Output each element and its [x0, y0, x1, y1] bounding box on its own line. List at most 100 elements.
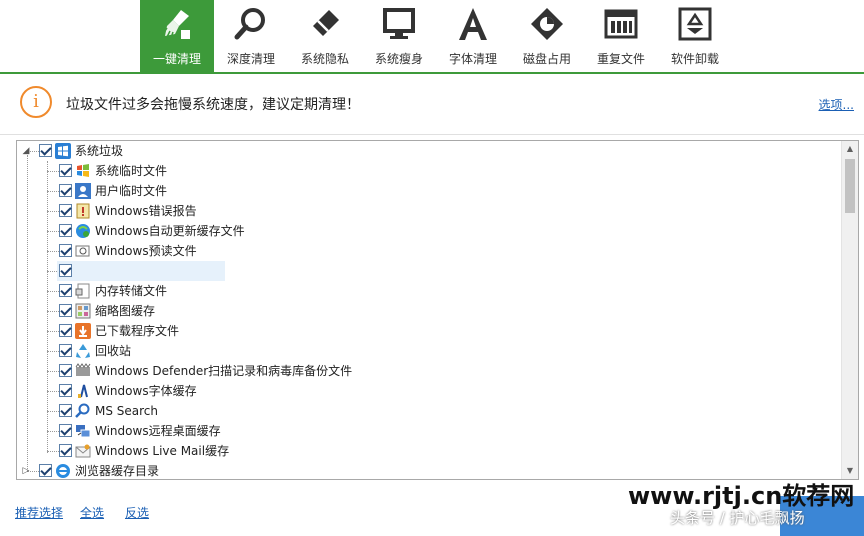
- select-all-link[interactable]: 全选: [80, 504, 104, 521]
- info-warning-icon: i: [20, 86, 52, 118]
- checkbox-browser-cache[interactable]: [39, 464, 52, 477]
- tree-item[interactable]: MS Search: [17, 401, 837, 421]
- item-checkbox[interactable]: [59, 444, 72, 457]
- tree-item[interactable]: 系统临时文件: [17, 161, 837, 181]
- tab-label: 磁盘占用: [522, 52, 571, 66]
- item-checkbox[interactable]: [59, 224, 72, 237]
- tab-label: 一键清理: [152, 52, 201, 66]
- tab-label: 深度清理: [226, 52, 275, 66]
- info-message: 垃圾文件过多会拖慢系统速度，建议定期清理！: [66, 97, 360, 113]
- tab-label: 系统瘦身: [374, 52, 423, 66]
- user-icon: [75, 183, 91, 199]
- item-checkbox[interactable]: [59, 304, 72, 317]
- item-checkbox[interactable]: [59, 184, 72, 197]
- tab-system-slim[interactable]: 系统瘦身: [362, 0, 436, 72]
- tree-item[interactable]: Windows预读文件: [17, 241, 837, 261]
- tab-disk-usage[interactable]: 磁盘占用: [510, 0, 584, 72]
- scroll-up-arrow-icon[interactable]: ▲: [842, 141, 858, 157]
- item-label: Windows Live Mail缓存: [95, 444, 230, 458]
- tab-font-clean[interactable]: 字体清理: [436, 0, 510, 72]
- thumbnail-icon: [75, 303, 91, 319]
- collapse-arrow-icon[interactable]: ◢: [21, 146, 31, 156]
- download-icon: [75, 323, 91, 339]
- info-bar: i 垃圾文件过多会拖慢系统速度，建议定期清理！ 选项...: [0, 74, 864, 135]
- item-label: Windows错误报告: [95, 204, 197, 218]
- tree-item[interactable]: 用户临时文件: [17, 181, 837, 201]
- memory-dump-icon: [75, 283, 90, 299]
- item-checkbox[interactable]: [59, 324, 72, 337]
- tree-node-label: 浏览器缓存目录: [75, 464, 160, 478]
- defender-icon: [75, 363, 91, 376]
- item-checkbox[interactable]: [59, 344, 72, 357]
- tab-label: 重复文件: [596, 52, 645, 66]
- eraser-icon: [313, 10, 339, 36]
- options-link[interactable]: 选项...: [819, 96, 854, 113]
- item-label: 系统临时文件: [95, 164, 168, 178]
- item-label: 缩略图缓存: [95, 304, 156, 318]
- tree-item[interactable]: Windows Live Mail缓存: [17, 441, 837, 461]
- credit-watermark: 头条号 / 护心毛飘扬: [670, 509, 805, 527]
- tree-item[interactable]: 回收站: [17, 341, 837, 361]
- remote-desktop-icon: [76, 425, 91, 438]
- item-checkbox[interactable]: [59, 364, 72, 377]
- item-label: Windows预读文件: [95, 244, 197, 258]
- tree-item[interactable]: 缩略图缓存: [17, 301, 837, 321]
- ie-icon: [56, 464, 70, 478]
- invert-select-link[interactable]: 反选: [125, 504, 149, 521]
- tab-system-privacy[interactable]: 系统隐私: [288, 0, 362, 72]
- tab-software-uninstall[interactable]: 软件卸载: [658, 0, 732, 72]
- scroll-thumb[interactable]: [845, 159, 855, 213]
- disk-pie-icon: [531, 8, 563, 40]
- tree-item[interactable]: Windows Defender扫描记录和病毒库备份文件: [17, 361, 837, 381]
- recycle-bin-icon: [76, 344, 90, 358]
- tab-label: 软件卸载: [670, 52, 719, 66]
- item-label: Windows字体缓存: [95, 384, 197, 398]
- monitor-icon: [383, 8, 415, 39]
- item-label: Windows自动更新缓存文件: [95, 224, 245, 238]
- tree-item-selected[interactable]: [17, 261, 837, 281]
- recommend-select-link[interactable]: 推荐选择: [15, 504, 63, 521]
- live-mail-icon: [75, 444, 91, 458]
- item-checkbox[interactable]: [59, 264, 72, 277]
- tree-node-system-junk[interactable]: ◢ 系统垃圾: [17, 141, 837, 161]
- tree-item[interactable]: 已下载程序文件: [17, 321, 837, 341]
- vertical-scrollbar[interactable]: ▲ ▼: [841, 141, 858, 479]
- item-label: MS Search: [95, 404, 159, 418]
- prefetch-icon: [75, 245, 90, 257]
- item-checkbox[interactable]: [59, 244, 72, 257]
- duplicate-files-icon: [604, 9, 638, 39]
- windows-logo-icon: [55, 143, 71, 159]
- item-label: 回收站: [95, 344, 132, 358]
- recycle-box-icon: [678, 7, 712, 41]
- tab-deep-clean[interactable]: 深度清理: [214, 0, 288, 72]
- letter-a-icon: [459, 8, 487, 40]
- expand-arrow-icon[interactable]: ▷: [21, 466, 31, 476]
- search-icon: [75, 403, 90, 418]
- tree-item[interactable]: Windows错误报告: [17, 201, 837, 221]
- font-cache-icon: [78, 384, 88, 398]
- magnifier-icon: [234, 8, 265, 40]
- item-label: Windows Defender扫描记录和病毒库备份文件: [95, 364, 353, 378]
- item-label: 内存转储文件: [95, 284, 168, 298]
- item-checkbox[interactable]: [59, 164, 72, 177]
- tree-item[interactable]: Windows远程桌面缓存: [17, 421, 837, 441]
- item-checkbox[interactable]: [59, 284, 72, 297]
- checkbox-system-junk[interactable]: [39, 144, 52, 157]
- clean-items-tree[interactable]: ◢ 系统垃圾 系统临时文件 用户临时文件 Windows错误报告 Windows…: [16, 140, 859, 480]
- tree-item[interactable]: Windows字体缓存: [17, 381, 837, 401]
- tab-duplicate-files[interactable]: 重复文件: [584, 0, 658, 72]
- tree-node-label: 系统垃圾: [75, 144, 124, 158]
- tree-item[interactable]: 内存转储文件: [17, 281, 837, 301]
- item-checkbox[interactable]: [59, 404, 72, 417]
- error-report-icon: [76, 203, 90, 219]
- tab-one-click-clean[interactable]: 一键清理: [140, 0, 214, 72]
- tab-label: 系统隐私: [300, 52, 349, 66]
- item-checkbox[interactable]: [59, 384, 72, 397]
- item-label: 已下载程序文件: [95, 324, 180, 338]
- tree-item[interactable]: Windows自动更新缓存文件: [17, 221, 837, 241]
- broom-icon: [162, 10, 190, 39]
- windows-update-icon: [76, 224, 90, 238]
- item-checkbox[interactable]: [59, 204, 72, 217]
- item-checkbox[interactable]: [59, 424, 72, 437]
- site-watermark: www.rjtj.cn软荐网: [628, 482, 855, 510]
